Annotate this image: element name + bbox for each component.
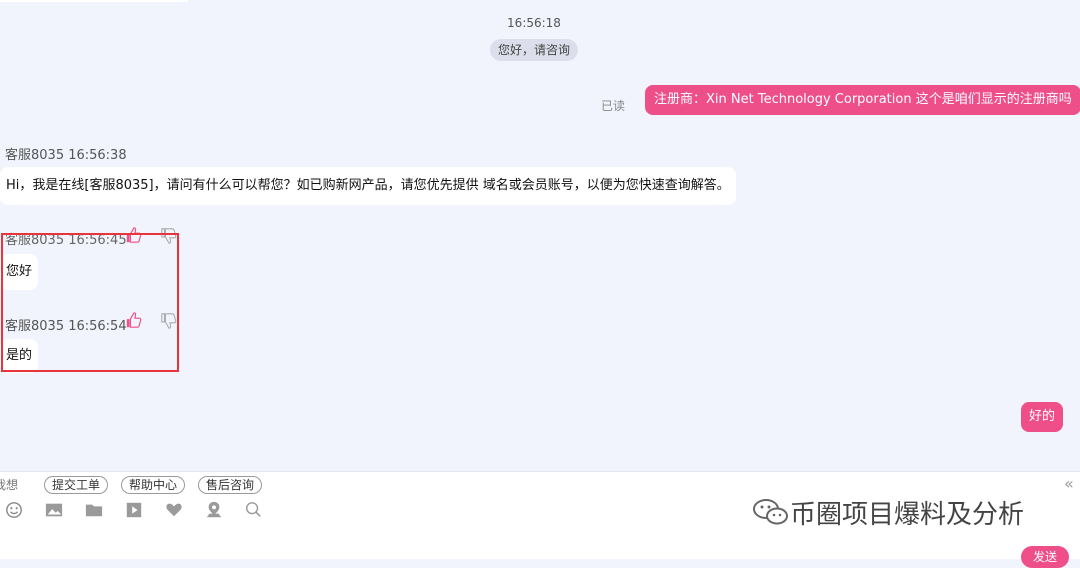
send-button[interactable]: 发送 <box>1021 546 1069 568</box>
watermark-text: 币圈项目爆料及分析 <box>790 500 1025 530</box>
agent-message-bubble: Hi，我是在线[客服8035]，请问有什么可以帮您？如已购新网产品，请您优先提供… <box>0 167 736 205</box>
system-greeting: 您好，请咨询 <box>490 39 578 61</box>
submit-ticket-button[interactable]: 提交工单 <box>44 476 109 494</box>
image-icon[interactable] <box>44 501 64 519</box>
watermark: 币圈项目爆料及分析 <box>752 494 1024 531</box>
double-chevron-left-icon[interactable]: « <box>1064 474 1074 493</box>
folder-icon[interactable] <box>84 501 104 519</box>
video-icon[interactable] <box>124 501 144 519</box>
location-icon[interactable] <box>204 501 224 519</box>
heart-icon[interactable] <box>164 501 184 519</box>
read-status: 已读 <box>601 99 626 113</box>
user-message-bubble: 注册商：Xin Net Technology Corporation 这个是咱们… <box>645 85 1080 115</box>
chat-timestamp: 16:56:18 <box>507 16 561 30</box>
wechat-logo-icon <box>753 499 788 525</box>
agent-message-meta: 客服8035 16:56:38 <box>5 148 127 163</box>
chat-search-icon[interactable] <box>243 501 263 519</box>
quick-reply-label: 我想 <box>0 478 19 492</box>
top-left-strip <box>0 0 188 2</box>
after-sales-button[interactable]: 售后咨询 <box>198 476 263 494</box>
user-message-bubble: 好的 <box>1021 402 1064 432</box>
highlight-box <box>1 233 179 372</box>
help-center-button[interactable]: 帮助中心 <box>121 476 186 494</box>
emoji-icon[interactable] <box>4 501 24 519</box>
